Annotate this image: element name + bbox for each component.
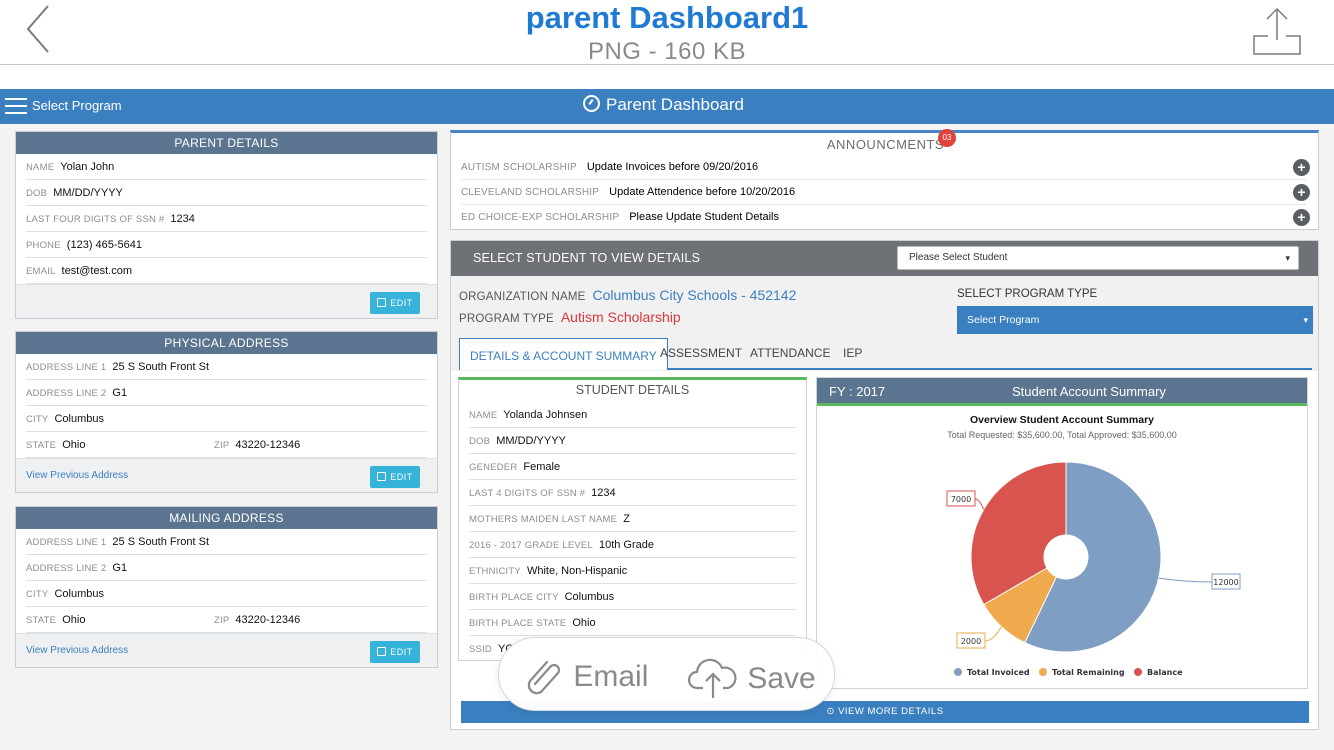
detail-row: ETHNICITY White, Non-Hispanic (469, 558, 796, 584)
zip-field: ZIP 43220-12346 (214, 614, 301, 626)
cloud-upload-icon (687, 658, 737, 698)
detail-row: STATE Ohio ZIP 43220-12346 (26, 432, 427, 458)
share-icon[interactable] (1250, 6, 1304, 56)
tab-attendance[interactable]: ATTENDANCE (750, 338, 830, 370)
view-previous-address-link[interactable]: View Previous Address (26, 645, 128, 656)
account-summary-header: FY : 2017 Student Account Summary (817, 378, 1307, 406)
student-panel-header: SELECT STUDENT TO VIEW DETAILS Please Se… (451, 241, 1318, 276)
program-type-dropdown[interactable]: Select Program (957, 306, 1313, 334)
student-details-card: STUDENT DETAILS NAME Yolanda Johnsen DOB M… (458, 377, 807, 661)
edit-mailing-address-button[interactable]: EDIT (370, 641, 420, 663)
tab-iep[interactable]: IEP (843, 338, 862, 370)
detail-row: ADDRESS LINE 1 25 S South Front St (26, 354, 427, 380)
detail-row: CITY Columbus (26, 406, 427, 432)
expand-plus-icon[interactable]: + (1293, 209, 1310, 226)
account-summary-pie-chart: 12000 2000 7000 Total Invoiced Total Remaini… (946, 461, 1241, 677)
dashboard-title-text: Parent Dashboard (606, 95, 744, 114)
legend-item[interactable]: Total Invoiced (967, 668, 1030, 677)
email-button[interactable]: Email (523, 654, 648, 695)
student-tabs: DETAILS & ACCOUNT SUMMARY ASSESSMENT ATT… (459, 338, 1312, 370)
program-type: PROGRAM TYPE Autism Scholarship (459, 309, 681, 325)
legend-marker (1134, 668, 1142, 676)
legend-marker (954, 668, 962, 676)
detail-row: BIRTH PLACE CITY Columbus (469, 584, 796, 610)
card-footer: View Previous Address EDIT (16, 458, 437, 492)
detail-row: STATE Ohio ZIP 43220-12346 (26, 607, 427, 633)
paperclip-icon (527, 660, 561, 695)
file-title: parent Dashboard1 (525, 0, 809, 35)
organization-name: ORGANIZATION NAME Columbus City Schools -… (459, 287, 797, 303)
detail-row: DOB MM/DD/YYYY (469, 428, 796, 454)
announcements-count-badge: 03 (938, 129, 956, 147)
edit-parent-button[interactable]: EDIT (370, 292, 420, 314)
announcements-panel: ANNOUNCMENTS 03 AUTISM SCHOLARSHIP Update… (450, 129, 1319, 230)
detail-row: BIRTH PLACE STATE Ohio (469, 610, 796, 636)
legend-item[interactable]: Balance (1147, 668, 1183, 677)
detail-row: PHONE (123) 465-5641 (26, 232, 427, 258)
data-label-leader (1158, 577, 1213, 583)
detail-row: ADDRESS LINE 1 25 S South Front St (26, 529, 427, 555)
data-label: 12000 (1213, 578, 1238, 587)
data-label-leader (974, 498, 985, 510)
card-footer: EDIT (16, 284, 437, 318)
select-program-menu[interactable]: Select Program (32, 98, 122, 113)
card-title: MAILING ADDRESS (16, 507, 437, 529)
hamburger-menu-icon[interactable] (5, 98, 27, 116)
edit-icon (377, 647, 387, 656)
tab-assessment[interactable]: ASSESSMENT (660, 338, 742, 370)
preview-header: parent Dashboard1 PNG - 160 KB (0, 0, 1334, 65)
detail-row: ADDRESS LINE 2 G1 (26, 555, 427, 581)
edit-icon (377, 472, 387, 481)
detail-row: LAST 4 DIGITS OF SSN #1234 (469, 480, 796, 506)
announcement-item: CLEVELAND SCHOLARSHIP Update Attendence b… (461, 180, 1310, 205)
chart-title: Overview Student Account Summary (970, 414, 1154, 426)
legend-marker (1039, 668, 1047, 676)
detail-row: 2016 - 2017 GRADE LEVEL 10th Grade (469, 532, 796, 558)
share-action-bar: Email Save (498, 637, 835, 711)
legend-item[interactable]: Total Remaining (1052, 668, 1125, 677)
dashboard-title: Parent Dashboard (583, 95, 744, 115)
detail-row: ADDRESS LINE 2 G1 (26, 380, 427, 406)
detail-row: EMAIL test@test.com (26, 258, 427, 284)
detail-row: NAME Yolanda Johnsen (469, 402, 796, 428)
announcements-title: ANNOUNCMENTS (826, 137, 945, 152)
fiscal-year: FY : 2017 (829, 384, 886, 399)
save-button[interactable]: Save (687, 654, 816, 698)
data-label: 2000 (961, 637, 981, 646)
expand-plus-icon[interactable]: + (1293, 159, 1310, 176)
app-topbar: Select Program Parent Dashboard (0, 89, 1334, 124)
announcement-item: AUTISM SCHOLARSHIP Update Invoices before… (461, 155, 1310, 180)
zip-field: ZIP 43220-12346 (214, 439, 301, 451)
card-title: PHYSICAL ADDRESS (16, 332, 437, 354)
file-meta: PNG - 160 KB (587, 38, 747, 65)
detail-row: GENEDER Female (469, 454, 796, 480)
edit-physical-address-button[interactable]: EDIT (370, 466, 420, 488)
view-previous-address-link[interactable]: View Previous Address (26, 470, 128, 481)
mailing-address-card: MAILING ADDRESS ADDRESS LINE 1 25 S South… (15, 506, 438, 668)
data-label: 7000 (951, 495, 971, 504)
detail-row: LAST FOUR DIGITS OF SSN #1234 (26, 206, 427, 232)
account-summary-card: FY : 2017 Student Account Summary Overvi… (816, 377, 1308, 689)
expand-plus-icon[interactable]: + (1293, 184, 1310, 201)
edit-icon (377, 298, 387, 307)
announcement-item: ED CHOICE-EXP SCHOLARSHIP Please Update S… (461, 205, 1310, 230)
detail-row: MOTHERS MAIDEN LAST NAME Z (469, 506, 796, 532)
physical-address-card: PHYSICAL ADDRESS ADDRESS LINE 1 25 S Sout… (15, 331, 438, 493)
student-panel-title: SELECT STUDENT TO VIEW DETAILS (473, 251, 701, 265)
select-program-type-label: SELECT PROGRAM TYPE (957, 288, 1098, 300)
card-footer: View Previous Address EDIT (16, 633, 437, 667)
student-select-dropdown[interactable]: Please Select Student (897, 246, 1299, 270)
dashboard-gauge-icon (583, 95, 600, 112)
detail-row: NAME Yolan John (26, 154, 427, 180)
tab-details-account-summary[interactable]: DETAILS & ACCOUNT SUMMARY (459, 338, 668, 370)
account-summary-title: Student Account Summary (1012, 384, 1166, 399)
detail-row: DOB MM/DD/YYYY (26, 180, 427, 206)
detail-row: CITY Columbus (26, 581, 427, 607)
card-title: PARENT DETAILS (16, 132, 437, 154)
data-label-leader (984, 626, 1002, 642)
parent-details-card: PARENT DETAILS NAME Yolan John DOB MM/DD/Y… (15, 131, 438, 319)
student-details-title: STUDENT DETAILS (575, 383, 690, 397)
